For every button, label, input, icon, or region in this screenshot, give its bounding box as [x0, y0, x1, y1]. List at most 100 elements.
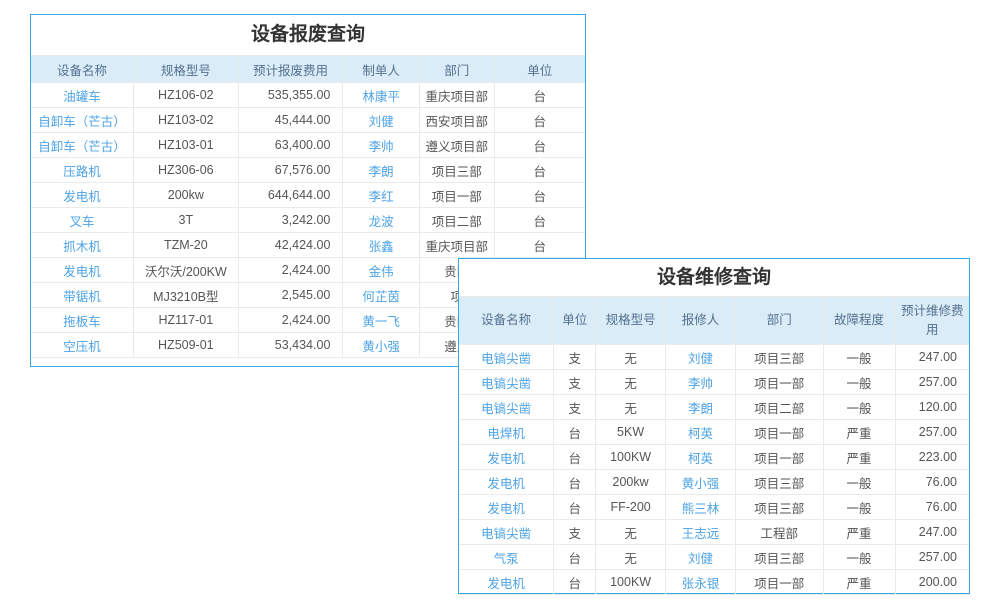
column-header-spec-model: 规格型号 [596, 297, 666, 345]
creator-link[interactable]: 黄一飞 [343, 308, 419, 333]
fault-level-cell: 一般 [823, 370, 895, 395]
cost-cell: 257.00 [895, 370, 969, 395]
column-header-equipment-name: 设备名称 [459, 297, 554, 345]
cost-cell: 45,444.00 [238, 108, 343, 133]
spec-cell: 200kw [133, 183, 238, 208]
equipment-name-link[interactable]: 气泵 [459, 545, 554, 570]
creator-link[interactable]: 何芷茵 [343, 283, 419, 308]
cost-cell: 223.00 [895, 445, 969, 470]
column-header-repair-cost: 预计维修费用 [895, 297, 969, 345]
equipment-name-link[interactable]: 发电机 [31, 183, 133, 208]
reporter-link[interactable]: 张永银 [666, 570, 736, 595]
department-cell: 工程部 [735, 520, 823, 545]
reporter-link[interactable]: 刘健 [666, 345, 736, 370]
department-cell: 项目三部 [735, 470, 823, 495]
cost-cell: 247.00 [895, 345, 969, 370]
repair-query-title: 设备维修查询 [459, 259, 969, 296]
table-row: 自卸车（芒古） HZ103-01 63,400.00 李帅 遵义项目部 台 [31, 133, 585, 158]
table-row: 电焊机 台 5KW 柯英 项目一部 严重 257.00 [459, 420, 969, 445]
reporter-link[interactable]: 黄小强 [666, 470, 736, 495]
creator-link[interactable]: 刘健 [343, 108, 419, 133]
table-row: 电镐尖凿 支 无 王志远 工程部 严重 247.00 [459, 520, 969, 545]
equipment-name-link[interactable]: 发电机 [459, 445, 554, 470]
equipment-name-link[interactable]: 自卸车（芒古） [31, 133, 133, 158]
spec-cell: 100KW [596, 570, 666, 595]
reporter-link[interactable]: 熊三林 [666, 495, 736, 520]
creator-link[interactable]: 龙波 [343, 208, 419, 233]
spec-cell: 无 [596, 395, 666, 420]
reporter-link[interactable]: 李帅 [666, 370, 736, 395]
spec-cell: HZ103-01 [133, 133, 238, 158]
spec-cell: 沃尔沃/200KW [133, 258, 238, 283]
unit-cell: 支 [554, 345, 596, 370]
equipment-name-link[interactable]: 电焊机 [459, 420, 554, 445]
spec-cell: 无 [596, 345, 666, 370]
unit-cell: 台 [554, 445, 596, 470]
reporter-link[interactable]: 刘健 [666, 545, 736, 570]
cost-cell: 200.00 [895, 570, 969, 595]
equipment-name-link[interactable]: 叉车 [31, 208, 133, 233]
equipment-name-link[interactable]: 油罐车 [31, 83, 133, 108]
creator-link[interactable]: 李红 [343, 183, 419, 208]
equipment-name-link[interactable]: 发电机 [459, 470, 554, 495]
creator-link[interactable]: 林康平 [343, 83, 419, 108]
equipment-name-link[interactable]: 带锯机 [31, 283, 133, 308]
equipment-name-link[interactable]: 电镐尖凿 [459, 345, 554, 370]
spec-cell: 无 [596, 370, 666, 395]
department-cell: 重庆项目部 [419, 233, 494, 258]
creator-link[interactable]: 李朗 [343, 158, 419, 183]
table-row: 电镐尖凿 支 无 李朗 项目二部 一般 120.00 [459, 395, 969, 420]
scrap-header-row: 设备名称 规格型号 预计报废费用 制单人 部门 单位 [31, 56, 585, 83]
creator-link[interactable]: 黄小强 [343, 333, 419, 358]
repair-table: 设备名称 单位 规格型号 报修人 部门 故障程度 预计维修费用 电镐尖凿 支 无… [459, 296, 969, 595]
creator-link[interactable]: 金伟 [343, 258, 419, 283]
equipment-name-link[interactable]: 发电机 [31, 258, 133, 283]
equipment-name-link[interactable]: 空压机 [31, 333, 133, 358]
department-cell: 项目一部 [735, 570, 823, 595]
reporter-link[interactable]: 柯英 [666, 445, 736, 470]
department-cell: 项目三部 [735, 495, 823, 520]
table-row: 发电机 台 100KW 张永银 项目一部 严重 200.00 [459, 570, 969, 595]
reporter-link[interactable]: 王志远 [666, 520, 736, 545]
unit-cell: 支 [554, 395, 596, 420]
unit-cell: 台 [494, 158, 585, 183]
equipment-name-link[interactable]: 发电机 [459, 570, 554, 595]
cost-cell: 67,576.00 [238, 158, 343, 183]
fault-level-cell: 一般 [823, 470, 895, 495]
department-cell: 项目一部 [735, 420, 823, 445]
cost-cell: 257.00 [895, 420, 969, 445]
spec-cell: 100KW [596, 445, 666, 470]
equipment-name-link[interactable]: 电镐尖凿 [459, 395, 554, 420]
department-cell: 项目三部 [419, 158, 494, 183]
creator-link[interactable]: 李帅 [343, 133, 419, 158]
reporter-link[interactable]: 李朗 [666, 395, 736, 420]
cost-cell: 2,545.00 [238, 283, 343, 308]
department-cell: 项目一部 [419, 183, 494, 208]
reporter-link[interactable]: 柯英 [666, 420, 736, 445]
equipment-name-link[interactable]: 电镐尖凿 [459, 370, 554, 395]
cost-cell: 76.00 [895, 470, 969, 495]
department-cell: 项目一部 [735, 370, 823, 395]
creator-link[interactable]: 张鑫 [343, 233, 419, 258]
equipment-name-link[interactable]: 压路机 [31, 158, 133, 183]
unit-cell: 台 [494, 183, 585, 208]
column-header-reporter: 报修人 [666, 297, 736, 345]
equipment-name-link[interactable]: 电镐尖凿 [459, 520, 554, 545]
equipment-name-link[interactable]: 抓木机 [31, 233, 133, 258]
table-row: 电镐尖凿 支 无 刘健 项目三部 一般 247.00 [459, 345, 969, 370]
spec-cell: 3T [133, 208, 238, 233]
column-header-equipment-name: 设备名称 [31, 56, 133, 83]
equipment-name-link[interactable]: 自卸车（芒古） [31, 108, 133, 133]
department-cell: 西安项目部 [419, 108, 494, 133]
unit-cell: 台 [554, 470, 596, 495]
fault-level-cell: 严重 [823, 420, 895, 445]
cost-cell: 53,434.00 [238, 333, 343, 358]
column-header-creator: 制单人 [343, 56, 419, 83]
column-header-department: 部门 [419, 56, 494, 83]
equipment-name-link[interactable]: 发电机 [459, 495, 554, 520]
cost-cell: 3,242.00 [238, 208, 343, 233]
unit-cell: 台 [554, 420, 596, 445]
cost-cell: 42,424.00 [238, 233, 343, 258]
equipment-name-link[interactable]: 拖板车 [31, 308, 133, 333]
spec-cell: 无 [596, 520, 666, 545]
